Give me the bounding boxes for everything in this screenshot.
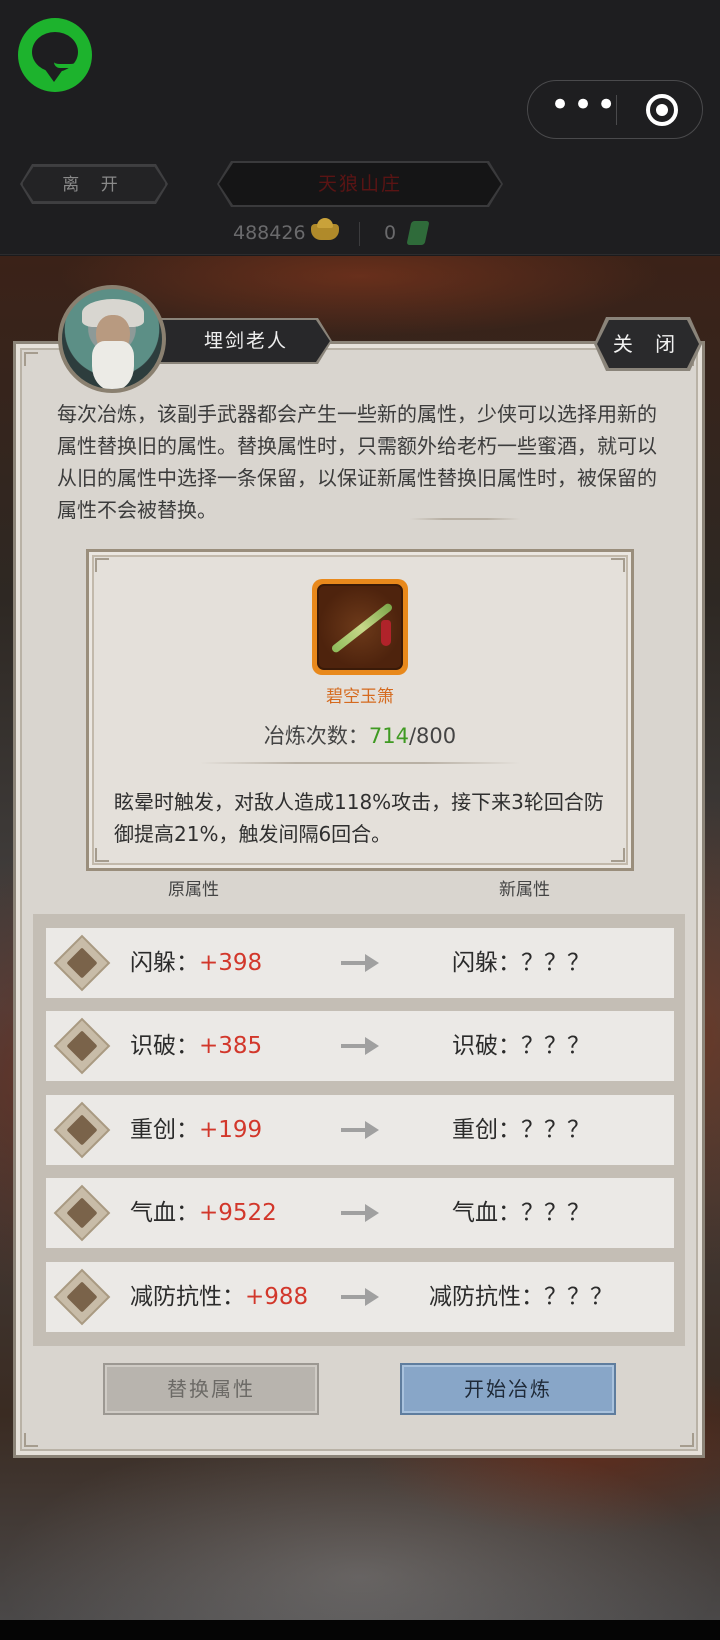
item-description: 眩晕时触发，对敌人造成118%攻击，接下来3轮回合防御提高21%，触发间隔6回合… [114, 790, 604, 846]
attribute-row[interactable]: 气血：+9522 气血：？？？ [46, 1178, 674, 1248]
jade-flute-icon [317, 584, 403, 670]
refine-count-current: 714 [368, 724, 409, 748]
corner-ornament [95, 848, 109, 862]
new-attribute: 闪躲：？？？ [452, 950, 590, 976]
old-attributes-label: 原属性 [168, 880, 219, 900]
start-refine-button[interactable]: 开始冶炼 [400, 1363, 616, 1415]
arrow-right-icon [341, 1288, 379, 1306]
jade-amount: 0 [384, 222, 397, 244]
new-attribute: 重创：？？？ [452, 1117, 590, 1143]
attribute-name: 闪躲： [130, 950, 199, 976]
attribute-name: 重创： [130, 1117, 199, 1143]
new-attributes-label: 新属性 [499, 880, 550, 900]
currency-divider [359, 222, 360, 246]
corner-ornament [611, 558, 625, 572]
attribute-row[interactable]: 重创：+199 重创：？？？ [46, 1095, 674, 1165]
refine-count-label: 冶炼次数： [263, 724, 369, 748]
replace-attributes-button[interactable]: 替换属性 [103, 1363, 319, 1415]
app-logo-icon[interactable] [18, 18, 92, 92]
corner-ornament [95, 558, 109, 572]
mini-program-capsule: ••• [527, 80, 703, 139]
decorative-divider [410, 518, 520, 520]
attribute-value: +988 [245, 1284, 309, 1310]
heart-diamond-icon [53, 1101, 111, 1159]
attribute-value: +199 [199, 1117, 263, 1143]
gold-ingot-icon [311, 218, 339, 240]
attribute-value: +398 [199, 950, 263, 976]
refine-count: 冶炼次数：714/800 [86, 720, 634, 750]
attribute-row[interactable]: 减防抗性：+988 减防抗性：？？？ [46, 1262, 674, 1332]
attribute-name: 气血： [130, 1200, 199, 1226]
attribute-row[interactable]: 识破：+385 识破：？？？ [46, 1011, 674, 1081]
close-button[interactable]: 关 闭 [597, 320, 699, 368]
arrow-right-icon [341, 1121, 379, 1139]
corner-ornament [680, 1433, 694, 1447]
npc-portrait-avatar [58, 285, 166, 393]
intro-text: 每次冶炼，该副手武器都会产生一些新的属性，少侠可以选择用新的属性替换旧的属性。替… [57, 402, 657, 522]
location-title: 天狼山庄 [219, 163, 501, 205]
new-attribute: 减防抗性：？？？ [429, 1284, 613, 1310]
decorative-divider [200, 762, 520, 764]
new-attribute: 识破：？？？ [452, 1033, 590, 1059]
arrow-right-icon [341, 1204, 379, 1222]
corner-ornament [24, 352, 38, 366]
arrow-right-icon [341, 954, 379, 972]
attribute-value: +385 [199, 1033, 263, 1059]
npc-name: 埋剑老人 [150, 320, 330, 362]
capsule-divider [616, 95, 617, 125]
corner-ornament [611, 848, 625, 862]
gold-amount: 488426 [233, 222, 306, 244]
heart-diamond-icon [53, 1268, 111, 1326]
corner-ornament [24, 1433, 38, 1447]
heart-diamond-icon [53, 1184, 111, 1242]
arrow-right-icon [341, 1037, 379, 1055]
leave-button[interactable]: 离 开 [22, 166, 166, 202]
item-name: 碧空玉箫 [326, 687, 394, 707]
refine-count-total: /800 [408, 724, 457, 748]
more-dots-icon[interactable]: ••• [550, 88, 616, 129]
attribute-name: 识破： [130, 1033, 199, 1059]
top-bar: ••• 离 开 天狼山庄 488426 0 [0, 0, 720, 255]
attribute-row[interactable]: 闪躲：+398 闪躲：？？？ [46, 928, 674, 998]
item-slot[interactable] [312, 579, 408, 675]
attribute-value: +9522 [199, 1200, 277, 1226]
close-target-icon[interactable] [646, 94, 678, 126]
heart-diamond-icon [53, 1017, 111, 1075]
attribute-name: 减防抗性： [130, 1284, 245, 1310]
bottom-strip [0, 1620, 720, 1640]
heart-diamond-icon [53, 934, 111, 992]
jade-icon [406, 221, 430, 245]
new-attribute: 气血：？？？ [452, 1200, 590, 1226]
